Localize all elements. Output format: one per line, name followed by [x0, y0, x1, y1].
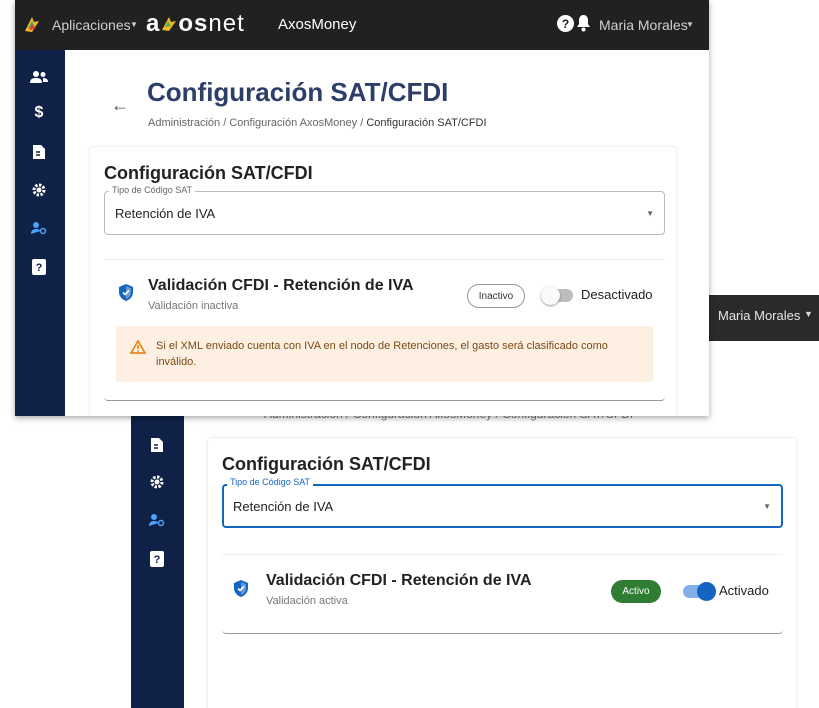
breadcrumb: Administración / Configuración AxosMoney…: [148, 117, 487, 129]
user-menu[interactable]: Maria Morales: [718, 308, 800, 323]
card-title: Configuración SAT/CFDI: [222, 454, 431, 474]
breadcrumb-current: Configuración SAT/CFDI: [366, 117, 487, 129]
puzzle-logo-icon: [23, 15, 41, 38]
validation-title: Validación CFDI - Retención de IVA: [266, 572, 532, 589]
help-square-icon[interactable]: ?: [29, 257, 49, 277]
dropdown-caret-icon: ▼: [646, 209, 654, 218]
app-name: AxosMoney: [278, 16, 357, 33]
toggle-thumb: [541, 286, 560, 305]
svg-text:?: ?: [36, 262, 43, 274]
bell-icon[interactable]: [576, 14, 591, 37]
select-value: Retención de IVA: [115, 206, 216, 221]
svg-text:?: ?: [154, 554, 161, 566]
apps-menu[interactable]: Aplicaciones: [52, 17, 131, 33]
back-arrow-icon[interactable]: ←: [111, 95, 129, 116]
status-badge: Inactivo: [467, 284, 525, 308]
help-square-icon[interactable]: ?: [147, 549, 167, 569]
user-menu[interactable]: Maria Morales: [599, 17, 688, 33]
select-label: Tipo de Código SAT: [227, 477, 314, 487]
document-icon[interactable]: [147, 435, 167, 455]
validation-title: Validación CFDI - Retención de IVA: [148, 277, 414, 294]
help-icon[interactable]: ?: [557, 15, 574, 32]
breadcrumb-separator: /: [360, 117, 364, 129]
warning-text: Si el XML enviado cuenta con IVA en el n…: [156, 340, 608, 368]
shield-icon: [119, 284, 133, 306]
before-screenshot: Aplicaciones ▼ a osnet AxosMoney ? Maria …: [15, 0, 709, 416]
config-card: Configuración SAT/CFDI Retención de IVA …: [89, 146, 677, 416]
status-badge-label: Inactivo: [478, 290, 514, 302]
document-icon[interactable]: [29, 142, 49, 162]
topbar-user-fragment: Maria Morales ▼: [696, 295, 819, 341]
apps-caret-icon: ▼: [130, 20, 138, 29]
warning-alert: Si el XML enviado cuenta con IVA en el n…: [116, 326, 653, 382]
axosnet-logo: a osnet: [146, 10, 245, 37]
user-caret-icon: ▼: [686, 20, 694, 29]
card-title: Configuración SAT/CFDI: [104, 163, 313, 183]
user-settings-icon[interactable]: [147, 510, 167, 530]
warning-icon: [129, 339, 147, 359]
breadcrumb-item[interactable]: Configuración AxosMoney: [229, 117, 357, 129]
breadcrumb-item[interactable]: Administración: [148, 117, 220, 129]
validation-toggle[interactable]: [541, 286, 573, 305]
user-caret-icon: ▼: [804, 309, 813, 319]
validation-row: Validación CFDI - Retención de IVA Valid…: [104, 259, 665, 401]
status-badge-label: Activo: [622, 586, 650, 597]
logo-x-icon: [162, 17, 177, 31]
page-title: Configuración SAT/CFDI: [147, 77, 449, 107]
topbar: Aplicaciones ▼ a osnet AxosMoney ? Maria …: [15, 0, 709, 50]
sidebar: $ ?: [15, 50, 65, 416]
sat-code-select[interactable]: Retención de IVA ▼: [104, 191, 665, 235]
validation-subtitle: Validación activa: [266, 595, 348, 607]
users-icon[interactable]: [29, 67, 49, 87]
validation-subtitle: Validación inactiva: [148, 300, 239, 312]
gear-icon[interactable]: [147, 472, 167, 492]
config-card: Configuración SAT/CFDI Retención de IVA …: [207, 437, 797, 708]
select-value: Retención de IVA: [233, 499, 334, 514]
user-settings-icon[interactable]: [29, 218, 49, 238]
gear-icon[interactable]: [29, 180, 49, 200]
dollar-icon[interactable]: $: [29, 103, 49, 123]
shield-icon: [234, 580, 248, 602]
breadcrumb-separator: /: [223, 117, 227, 129]
status-badge: Activo: [611, 580, 661, 603]
select-label: Tipo de Código SAT: [109, 185, 196, 195]
validation-toggle[interactable]: [683, 582, 716, 601]
sat-code-select[interactable]: Retención de IVA ▼: [222, 484, 783, 528]
toggle-label: Activado: [719, 583, 769, 598]
validation-row: Validación CFDI - Retención de IVA Valid…: [222, 554, 783, 634]
dropdown-caret-icon: ▼: [763, 502, 771, 511]
toggle-thumb: [697, 582, 716, 601]
toggle-label: Desactivado: [581, 287, 653, 302]
